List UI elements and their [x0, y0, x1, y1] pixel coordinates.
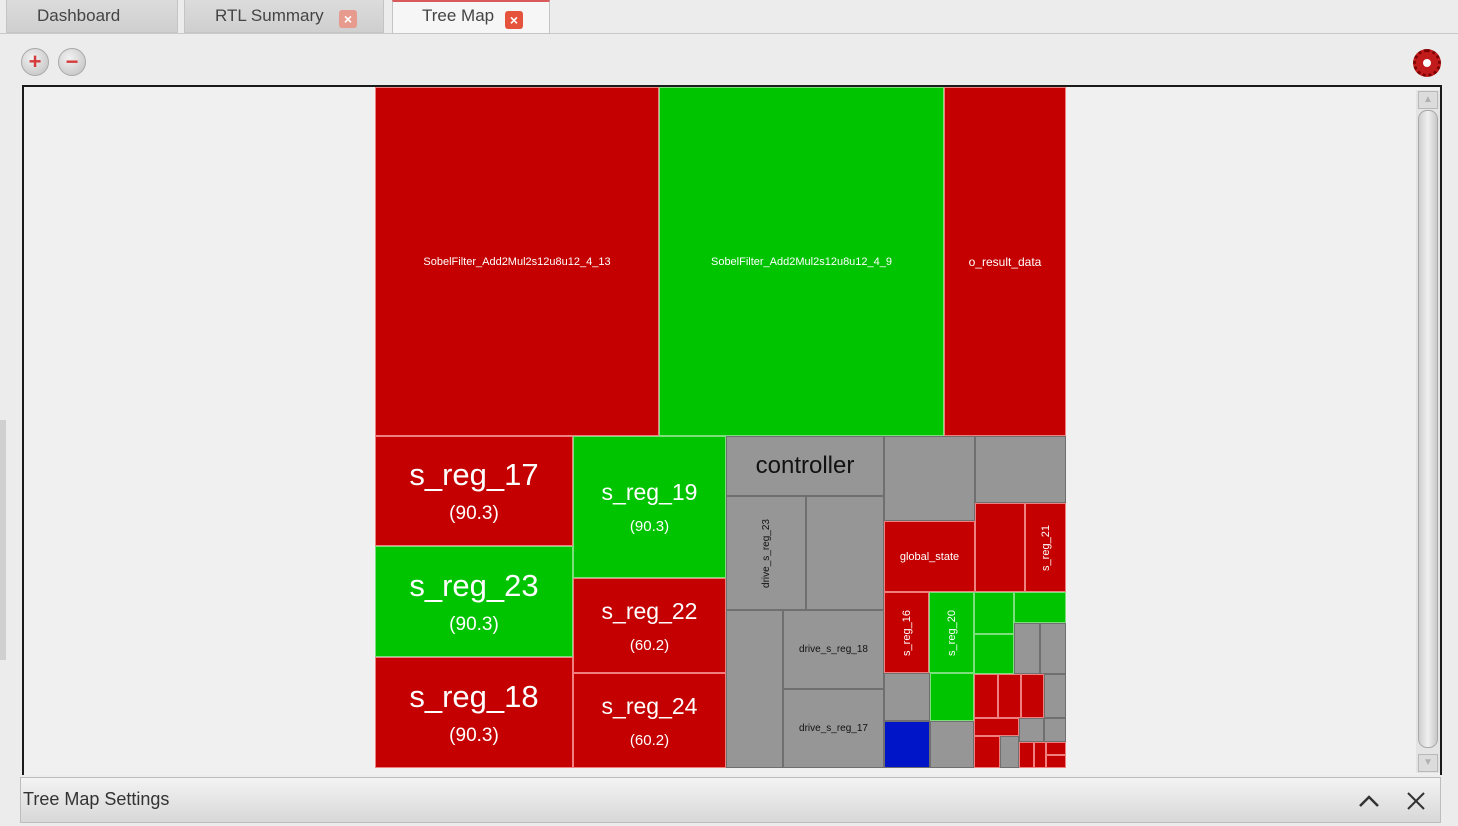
tab-bar-baseline [0, 33, 1458, 34]
treemap-cell-s-reg-22[interactable]: s_reg_22 (60.2) [573, 578, 726, 673]
gear-icon[interactable] [1413, 49, 1441, 77]
treemap-cell-s-reg-21[interactable]: s_reg_21 [1025, 503, 1066, 592]
tab-close-icon[interactable]: × [339, 10, 357, 28]
settings-panel-title: Tree Map Settings [23, 789, 170, 809]
treemap-cell-red[interactable] [975, 503, 1025, 592]
cell-value: (90.3) [449, 724, 499, 746]
cell-name: o_result_data [968, 254, 1042, 269]
treemap-cell-gray[interactable] [1019, 718, 1044, 742]
cell-name: s_reg_18 [409, 678, 539, 714]
cell-name: s_reg_17 [409, 457, 539, 492]
tab-bar: Dashboard RTL Summary × Tree Map × [0, 0, 1458, 34]
treemap-cell-s-reg-16[interactable]: s_reg_16 [884, 592, 929, 673]
treemap-cell-red[interactable] [1034, 742, 1046, 768]
treemap-cell-gray[interactable] [884, 436, 975, 521]
treemap-cell-gray[interactable] [806, 496, 884, 610]
cell-value: (60.2) [629, 636, 670, 654]
scroll-up-button[interactable]: ▲ [1418, 91, 1438, 109]
cell-name: drive_s_reg_17 [799, 723, 868, 734]
cell-name: s_reg_20 [945, 609, 958, 656]
close-icon[interactable] [1406, 790, 1426, 818]
treemap-cell-sobel-13[interactable]: SobelFilter_Add2Mul2s12u8u12_4_13 [375, 87, 659, 436]
treemap-cell-drive-s-reg-17[interactable]: drive_s_reg_17 [783, 689, 884, 768]
treemap-cell-gray[interactable] [1014, 623, 1040, 674]
cell-name: s_reg_24 [601, 692, 698, 719]
tab-close-icon[interactable]: × [505, 11, 523, 29]
treemap-cell-red[interactable] [974, 736, 1000, 768]
tab-dashboard[interactable]: Dashboard [6, 0, 178, 33]
treemap-cell-s-reg-24[interactable]: s_reg_24 (60.2) [573, 673, 726, 768]
treemap-cell-s-reg-17[interactable]: s_reg_17 (90.3) [375, 436, 573, 546]
tab-label: Tree Map [422, 6, 495, 25]
treemap-cell-red[interactable] [1021, 674, 1044, 718]
chevron-up-icon[interactable] [1358, 788, 1380, 816]
treemap-cell-drive-s-reg-23[interactable]: drive_s_reg_23 [726, 496, 806, 610]
treemap-cell-green[interactable] [930, 673, 974, 721]
treemap-cell-red[interactable] [1019, 742, 1034, 768]
treemap-cell-s-reg-18[interactable]: s_reg_18 (90.3) [375, 657, 573, 768]
tab-label: Dashboard [37, 6, 121, 25]
treemap-cell-green[interactable] [1014, 592, 1066, 623]
cell-name: s_reg_23 [409, 567, 539, 603]
tab-label: RTL Summary [215, 6, 324, 25]
zoom-out-button[interactable]: − [58, 48, 86, 76]
cell-value: (90.3) [449, 503, 499, 524]
treemap-cell-green[interactable] [974, 592, 1014, 634]
cell-name: s_reg_19 [601, 479, 698, 505]
treemap-cell-gray[interactable] [930, 721, 974, 768]
treemap-cell-red[interactable] [998, 674, 1021, 718]
cell-name: controller [755, 452, 855, 479]
cell-name: drive_s_reg_23 [760, 518, 772, 588]
treemap-cell-gray[interactable] [726, 610, 783, 768]
cell-name: global_state [899, 550, 960, 563]
cell-name: s_reg_21 [1039, 524, 1052, 571]
cell-name: s_reg_16 [900, 609, 913, 656]
cell-name: SobelFilter_Add2Mul2s12u8u12_4_9 [710, 255, 893, 268]
treemap-cell-gray[interactable] [1044, 674, 1066, 718]
treemap-cell-sobel-9[interactable]: SobelFilter_Add2Mul2s12u8u12_4_9 [659, 87, 944, 436]
tree-map-settings-panel[interactable]: Tree Map Settings [20, 777, 1441, 823]
treemap-cell-drive-s-reg-18[interactable]: drive_s_reg_18 [783, 610, 884, 689]
left-edge-handle[interactable] [0, 420, 6, 660]
treemap-cell-red[interactable] [1046, 742, 1066, 755]
treemap-cell-gray[interactable] [1044, 718, 1066, 742]
treemap-cell-controller[interactable]: controller [726, 436, 884, 496]
scroll-down-button[interactable]: ▼ [1418, 754, 1438, 772]
treemap-cell-gray[interactable] [1040, 623, 1066, 674]
treemap: SobelFilter_Add2Mul2s12u8u12_4_13 SobelF… [375, 87, 1066, 768]
tab-rtl-summary[interactable]: RTL Summary × [184, 0, 384, 33]
treemap-cell-gray[interactable] [884, 673, 930, 721]
treemap-cell-s-reg-19[interactable]: s_reg_19 (90.3) [573, 436, 726, 578]
treemap-cell-o-result-data[interactable]: o_result_data [944, 87, 1066, 436]
zoom-in-button[interactable]: + [21, 48, 49, 76]
tab-tree-map[interactable]: Tree Map × [392, 0, 550, 34]
scroll-thumb[interactable] [1418, 110, 1438, 748]
treemap-cell-gray[interactable] [975, 436, 1066, 503]
cell-name: s_reg_22 [601, 597, 698, 624]
treemap-cell-gray[interactable] [1000, 736, 1019, 768]
treemap-cell-green[interactable] [974, 634, 1014, 674]
cell-value: (90.3) [629, 518, 670, 535]
cell-name: SobelFilter_Add2Mul2s12u8u12_4_13 [423, 255, 611, 268]
treemap-cell-red[interactable] [974, 718, 1019, 736]
treemap-cell-red[interactable] [974, 674, 998, 718]
cell-value: (90.3) [449, 613, 499, 635]
treemap-cell-red[interactable] [1046, 755, 1066, 768]
treemap-cell-global-state[interactable]: global_state [884, 521, 975, 592]
treemap-cell-s-reg-20[interactable]: s_reg_20 [929, 592, 974, 673]
treemap-cell-blue[interactable] [884, 721, 930, 768]
cell-value: (60.2) [629, 731, 670, 749]
cell-name: drive_s_reg_18 [799, 644, 868, 655]
treemap-cell-s-reg-23[interactable]: s_reg_23 (90.3) [375, 546, 573, 657]
